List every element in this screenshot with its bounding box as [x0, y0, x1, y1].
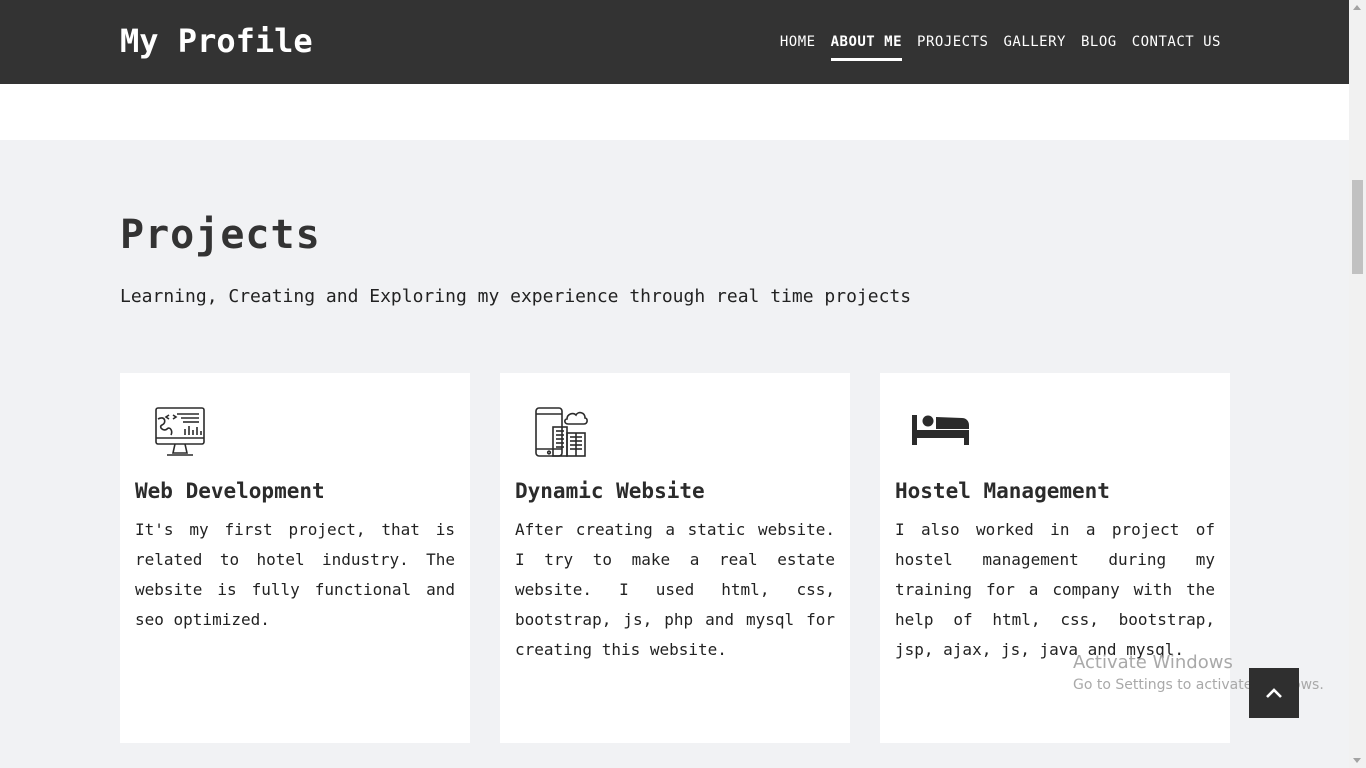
card-title: Web Development [135, 479, 325, 503]
nav-link-gallery[interactable]: GALLERY [1003, 34, 1066, 50]
card-title: Hostel Management [895, 479, 1110, 503]
scroll-up-arrow[interactable] [1353, 5, 1361, 10]
nav-link-about-me[interactable]: ABOUT ME [830, 34, 903, 61]
top-navbar: My Profile HOME ABOUT ME PROJECTS GALLER… [0, 0, 1349, 84]
scrollbar-thumb[interactable] [1352, 180, 1363, 274]
nav-links: HOME ABOUT ME PROJECTS GALLERY BLOG CONT… [780, 34, 1221, 61]
dynamic-website-device-icon [535, 407, 588, 457]
chevron-up-icon [1266, 688, 1282, 698]
project-card-dynamic-website: Dynamic Website After creating a static … [500, 373, 850, 743]
bed-icon [912, 415, 969, 445]
nav-link-projects[interactable]: PROJECTS [917, 34, 988, 50]
section-title: Projects [120, 212, 321, 258]
project-card-web-development: Web Development It's my first project, t… [120, 373, 470, 743]
back-to-top-button[interactable] [1249, 668, 1299, 718]
card-description: I also worked in a project of hostel man… [895, 520, 1215, 659]
card-description: After creating a static website. I try t… [515, 520, 835, 659]
scroll-down-arrow[interactable] [1353, 758, 1361, 763]
card-description: It's my first project, that is related t… [135, 520, 455, 629]
site-brand[interactable]: My Profile [120, 22, 313, 60]
card-title: Dynamic Website [515, 479, 705, 503]
nav-link-home[interactable]: HOME [780, 34, 816, 50]
vertical-scrollbar[interactable] [1349, 0, 1366, 768]
web-development-monitor-icon [155, 407, 205, 456]
section-subtitle: Learning, Creating and Exploring my expe… [120, 286, 912, 307]
previous-section-end [0, 84, 1349, 140]
nav-link-contact-us[interactable]: CONTACT US [1132, 34, 1221, 50]
nav-link-blog[interactable]: BLOG [1081, 34, 1117, 50]
